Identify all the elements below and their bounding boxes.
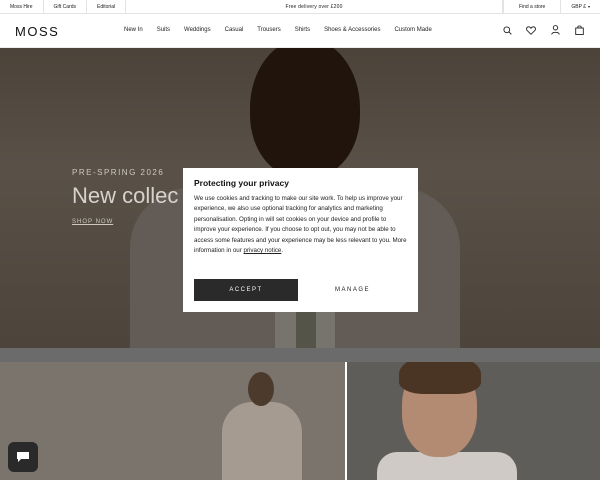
cookie-consent-dialog: Protecting your privacy We use cookies a… (183, 168, 418, 312)
nav-item-suits[interactable]: Suits (157, 27, 170, 33)
bag-icon[interactable] (574, 25, 584, 35)
dialog-body: We use cookies and tracking to make our … (194, 194, 407, 256)
accept-button[interactable]: ACCEPT (194, 279, 298, 301)
nav-item-shirts[interactable]: Shirts (295, 27, 310, 33)
dialog-actions: ACCEPT MANAGE (194, 279, 407, 301)
tile-model-head (248, 372, 274, 406)
moss-hire-link[interactable]: Moss Hire (0, 0, 44, 13)
chat-bubble-icon (17, 452, 29, 462)
dialog-body-text: We use cookies and tracking to make our … (194, 195, 407, 255)
chevron-down-icon: ▾ (587, 4, 590, 9)
main-header: MOSS New In Suits Weddings Casual Trouse… (0, 15, 600, 48)
nav-item-custom-made[interactable]: Custom Made (394, 27, 431, 33)
shop-now-link[interactable]: SHOP NOW (72, 219, 113, 225)
promo-message: Free delivery over £200 (126, 0, 503, 13)
nav-item-shoes-accessories[interactable]: Shoes & Accessories (324, 27, 380, 33)
privacy-notice-link[interactable]: privacy notice (244, 247, 282, 254)
logo[interactable]: MOSS (15, 24, 59, 39)
account-icon[interactable] (550, 25, 560, 35)
gift-cards-link[interactable]: Gift Cards (44, 0, 88, 13)
manage-button[interactable]: MANAGE (298, 279, 407, 301)
header-icons (502, 25, 584, 35)
dialog-title: Protecting your privacy (194, 178, 289, 188)
hero-copy: PRE-SPRING 2026 New collec SHOP NOW (72, 168, 178, 228)
nav-item-casual[interactable]: Casual (225, 27, 244, 33)
nav-item-new-in[interactable]: New In (124, 27, 143, 33)
promo-tile-right[interactable] (347, 362, 600, 480)
nav-item-trousers[interactable]: Trousers (257, 27, 280, 33)
tile-model-hair (399, 362, 481, 394)
nav-item-weddings[interactable]: Weddings (184, 27, 211, 33)
section-divider (0, 348, 600, 362)
currency-selector[interactable]: GBP £ ▾ (560, 0, 600, 13)
utility-bar: Moss Hire Gift Cards Editorial Free deli… (0, 0, 600, 14)
currency-label: GBP £ (571, 3, 586, 10)
promo-tile-left[interactable] (0, 362, 345, 480)
search-icon[interactable] (502, 25, 512, 35)
find-store-link[interactable]: Find a store (502, 0, 560, 13)
hero-headline: New collec (72, 183, 179, 208)
dialog-body-suffix: . (281, 247, 284, 255)
tile-model-body (222, 402, 302, 480)
wishlist-heart-icon[interactable] (526, 25, 536, 35)
chat-button[interactable] (8, 442, 38, 472)
primary-nav: New In Suits Weddings Casual Trousers Sh… (124, 27, 446, 33)
editorial-link[interactable]: Editorial (87, 0, 127, 13)
hero-kicker: PRE-SPRING 2026 (72, 168, 165, 177)
